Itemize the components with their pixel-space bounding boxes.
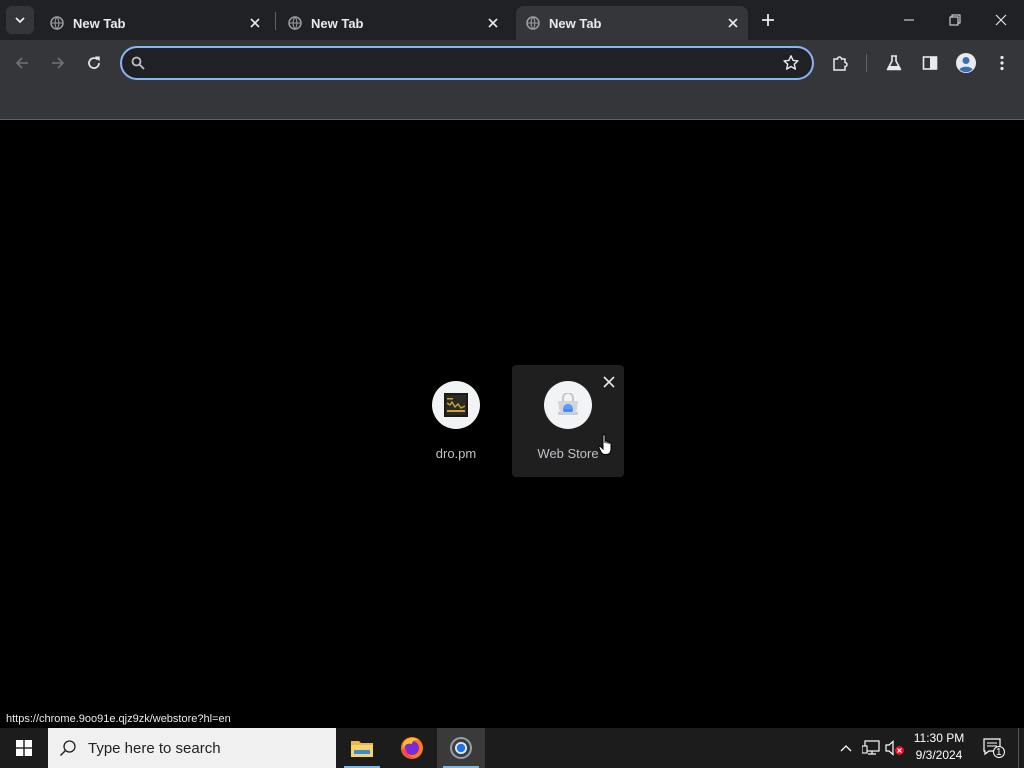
search-icon [48,728,88,768]
chrome-icon [450,737,472,759]
restore-button[interactable] [932,0,978,40]
tab-separator [275,12,276,30]
status-url-bubble: https://chrome.9oo91e.qjz9zk/webstore?hl… [0,710,237,728]
network-tray-button[interactable] [860,728,882,768]
extensions-button[interactable] [826,49,854,77]
profile-button[interactable] [952,49,980,77]
shortcut-icon-circle [544,381,592,429]
labs-button[interactable] [880,49,908,77]
close-icon [995,14,1007,26]
tab-title: New Tab [73,15,126,31]
tab-2[interactable]: New Tab [278,6,508,40]
show-desktop-button[interactable] [1018,728,1024,768]
tab-strip: New Tab New Tab New Tab [0,0,1024,40]
globe-icon [526,16,540,30]
taskbar-search-box[interactable]: Type here to search [48,728,336,768]
globe-icon [50,16,64,30]
search-icon [131,56,145,70]
search-placeholder: Type here to search [88,739,221,757]
minimize-icon [904,19,914,21]
volume-muted-icon [885,740,904,756]
globe-icon [288,16,302,30]
bookmark-star-icon[interactable] [782,54,800,72]
arrow-left-icon [15,57,28,69]
chrome-taskbar-button[interactable] [437,728,485,768]
shortcut-icon-circle [432,381,480,429]
action-center-button[interactable]: 1 [978,728,1010,768]
menu-button[interactable] [988,49,1016,77]
reload-icon [88,56,100,69]
close-tab-icon[interactable] [246,14,264,32]
kebab-menu-icon [1000,55,1004,71]
new-tab-page: dro.pm Web Store [0,121,1024,728]
tab-search-button[interactable] [6,6,34,34]
close-tab-icon[interactable] [484,14,502,32]
notification-count: 1 [996,747,1002,758]
side-panel-icon [922,56,938,70]
hand-cursor-icon [598,434,612,455]
clock-time: 11:30 PM [913,731,965,745]
puzzle-icon [833,56,848,71]
tab-title: New Tab [549,15,602,31]
windows-taskbar: Type here to search 11:30 PM 9/3/2024 1 [0,728,1024,768]
dro-pm-favicon [444,393,468,417]
chevron-up-icon [840,745,852,752]
tab-1[interactable]: New Tab [40,6,270,40]
reload-button[interactable] [80,49,108,77]
arrow-right-icon [52,57,65,69]
firefox-icon [401,737,423,759]
shortcut-tile[interactable]: Web Store [512,365,624,477]
chevron-down-icon [15,17,25,24]
shortcut-label: dro.pm [435,446,477,461]
taskbar-clock[interactable]: 11:30 PM 9/3/2024 [908,730,970,766]
network-icon [862,740,880,755]
clock-date: 9/3/2024 [915,748,963,762]
browser-toolbar [0,40,1024,86]
close-window-button[interactable] [978,0,1024,40]
remove-shortcut-button[interactable] [600,373,618,391]
firefox-taskbar-button[interactable] [388,728,436,768]
flask-icon [886,55,902,71]
avatar-icon [956,53,976,73]
web-store-icon [558,393,578,415]
start-button[interactable] [0,728,48,768]
forward-button[interactable] [44,49,72,77]
toolbar-divider [866,54,867,72]
shortcut-tile[interactable]: dro.pm [400,365,512,477]
file-explorer-taskbar-button[interactable] [338,728,386,768]
volume-tray-button[interactable] [884,728,906,768]
windows-logo-icon [16,740,32,756]
new-tab-button[interactable] [756,8,780,32]
minimize-button[interactable] [886,0,932,40]
file-explorer-icon [351,741,373,757]
close-icon [603,376,615,388]
bookmarks-bar [0,86,1024,120]
address-input[interactable] [158,52,758,74]
plus-icon [762,14,774,26]
tab-title: New Tab [311,15,364,31]
show-hidden-icons-button[interactable] [836,728,856,768]
close-tab-icon[interactable] [724,14,742,32]
address-bar[interactable] [120,46,814,80]
side-panel-button[interactable] [916,49,944,77]
restore-icon [949,14,961,26]
back-button[interactable] [8,49,36,77]
tab-3[interactable]: New Tab [516,6,748,40]
